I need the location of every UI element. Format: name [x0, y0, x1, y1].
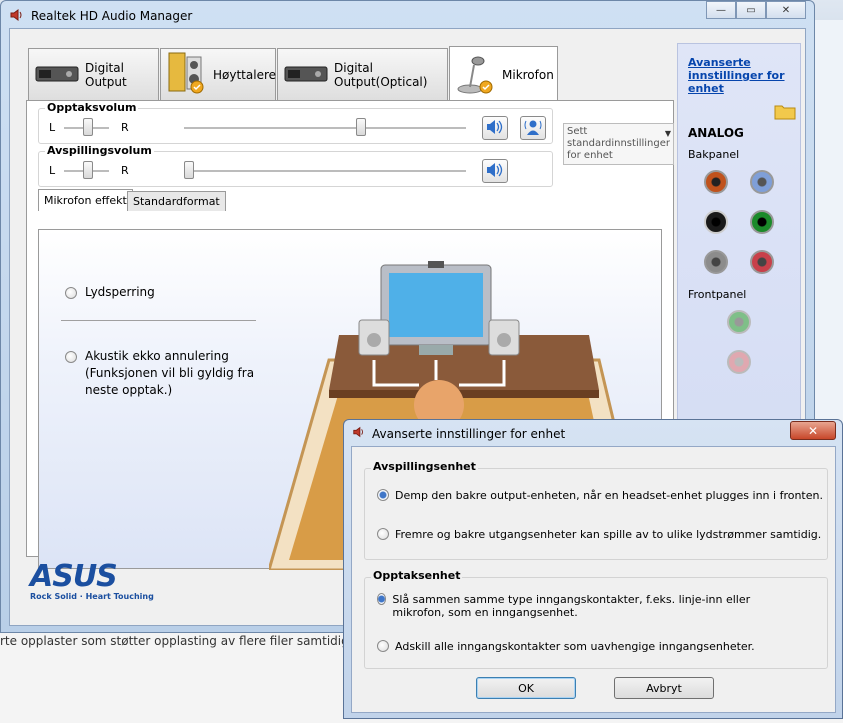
digital-output-device-icon: [35, 62, 79, 87]
dialog-title-bar: Avanserte innstillinger for enhet: [352, 425, 565, 442]
recording-balance-slider[interactable]: [83, 118, 93, 136]
recording-volume-label: Opptaksvolum: [45, 101, 139, 114]
tab-label: Høyttalere: [213, 67, 276, 82]
playback-option-radio[interactable]: [377, 489, 389, 501]
volume-track: [184, 127, 466, 130]
tab-digital-output[interactable]: Digital Output: [28, 48, 159, 100]
microphone-icon: [456, 51, 496, 98]
brand-name: ASUS: [30, 559, 118, 594]
tab-label: Standardformat: [133, 195, 220, 208]
tab-label: Digital Output(Optical): [334, 60, 428, 89]
playback-volume-group: Avspillingsvolum L R: [38, 144, 553, 187]
echo-cancellation-option[interactable]: Akustik ekko annulering (Funksjonen vil …: [65, 348, 260, 399]
playback-volume-slider[interactable]: [184, 161, 194, 179]
tab-label: Mikrofon effekt: [44, 194, 127, 207]
cancel-button[interactable]: Avbryt: [614, 677, 714, 699]
noise-suppression-option[interactable]: Lydsperring: [65, 284, 155, 301]
option-label: Akustik ekko annulering: [85, 349, 229, 363]
balance-right-label: R: [121, 164, 129, 177]
button-label: Avbryt: [646, 681, 682, 695]
option-label: Lydsperring: [85, 285, 155, 299]
balance-left-label: L: [49, 164, 56, 177]
option-label: Demp den bakre output-enheten, når en he…: [395, 489, 823, 502]
folder-icon[interactable]: [774, 102, 796, 123]
jack-front-pink[interactable]: [727, 350, 751, 374]
jack-back-black[interactable]: [704, 210, 728, 234]
recording-option-separate-inputs[interactable]: Adskill alle inngangskontakter som uavhe…: [377, 640, 755, 653]
default-device-dropdown[interactable]: Sett standardinnstillinger for enhet ▼: [563, 123, 674, 165]
playback-option-independent-streams[interactable]: Fremre og bakre utgangsenheter kan spill…: [377, 528, 821, 541]
speaker-app-icon: [352, 425, 366, 442]
option-label: Adskill alle inngangskontakter som uavhe…: [395, 640, 755, 653]
jack-back-pink[interactable]: [750, 250, 774, 274]
tab-label: Mikrofon: [502, 67, 554, 82]
playback-mute-button[interactable]: [482, 159, 508, 183]
front-panel-label: Frontpanel: [688, 288, 747, 301]
recording-volume-slider[interactable]: [356, 118, 366, 136]
speaker-volume-icon: [486, 119, 504, 138]
balance-left-label: L: [49, 121, 56, 134]
option-label: Slå sammen samme type inngangskontakter,…: [392, 593, 751, 619]
dialog-body: Avspillingsenhet Demp den bakre output-e…: [351, 446, 836, 713]
button-label: OK: [518, 681, 534, 695]
jack-back-blue[interactable]: [750, 170, 774, 194]
recording-mute-button[interactable]: [482, 116, 508, 140]
playback-balance-slider[interactable]: [83, 161, 93, 179]
playback-option-mute-rear[interactable]: Demp den bakre output-enheten, når en he…: [377, 489, 823, 502]
recording-device-group: Opptaksenhet Slå sammen samme type innga…: [364, 569, 828, 669]
playback-device-group: Avspillingsenhet Demp den bakre output-e…: [364, 460, 828, 560]
divider: [61, 320, 256, 321]
recording-group-label: Opptaksenhet: [371, 569, 463, 582]
playback-option-radio[interactable]: [377, 528, 389, 540]
volume-track: [184, 170, 466, 173]
maximize-button[interactable]: ▭: [736, 1, 766, 19]
tab-label: Digital Output: [85, 60, 127, 89]
background-status-text: rte opplaster som støtter opplasting av …: [0, 634, 353, 648]
jack-back-green[interactable]: [750, 210, 774, 234]
close-button[interactable]: ✕: [766, 1, 806, 19]
dropdown-label: Sett standardinnstillinger for enhet: [567, 126, 671, 161]
balance-right-label: R: [121, 121, 129, 134]
tab-microphone[interactable]: Mikrofon: [449, 46, 558, 102]
microphone-recording-icon: [524, 118, 542, 139]
echo-cancellation-radio[interactable]: [65, 350, 77, 363]
tab-default-format[interactable]: Standardformat: [127, 191, 226, 211]
dialog-title: Avanserte innstillinger for enhet: [372, 426, 566, 441]
speakers-icon: [167, 51, 207, 98]
recording-volume-group: Opptaksvolum L R: [38, 101, 553, 144]
close-icon: ✕: [807, 423, 819, 438]
asus-logo: ASUS Rock Solid · Heart Touching: [30, 559, 154, 602]
recording-device-button[interactable]: [520, 116, 546, 140]
dialog-close-button[interactable]: ✕: [790, 421, 836, 440]
speaker-volume-icon: [486, 162, 504, 181]
jack-back-orange[interactable]: [704, 170, 728, 194]
advanced-settings-dialog: Avanserte innstillinger for enhet ✕ Avsp…: [343, 419, 843, 719]
jack-back-gray[interactable]: [704, 250, 728, 274]
speaker-app-icon: [9, 7, 25, 26]
background-right-strip: [815, 20, 843, 440]
window-controls: — ▭ ✕: [706, 1, 806, 19]
recording-option-radio[interactable]: [377, 640, 389, 652]
brand-tagline: Rock Solid · Heart Touching: [30, 592, 154, 601]
recording-option-merge-inputs[interactable]: Slå sammen samme type inngangskontakter,…: [377, 593, 797, 619]
chevron-down-icon: ▼: [664, 129, 671, 138]
tab-microphone-effect[interactable]: Mikrofon effekt: [38, 189, 133, 211]
noise-suppression-radio[interactable]: [65, 286, 77, 299]
echo-note: (Funksjonen vil bli gyldig fra neste opp…: [85, 366, 255, 397]
optical-output-device-icon: [284, 62, 328, 87]
playback-volume-label: Avspillingsvolum: [45, 144, 154, 157]
tab-digital-output-optical[interactable]: Digital Output(Optical): [277, 48, 448, 100]
tab-speakers[interactable]: Høyttalere: [160, 48, 276, 100]
title-bar: Realtek HD Audio Manager: [9, 5, 192, 27]
ok-button[interactable]: OK: [476, 677, 576, 699]
advanced-settings-link[interactable]: Avanserte innstillinger for enhet: [688, 56, 788, 95]
option-label: Fremre og bakre utgangsenheter kan spill…: [395, 528, 822, 541]
minimize-button[interactable]: —: [706, 1, 736, 19]
analog-label: ANALOG: [688, 126, 744, 140]
recording-option-radio[interactable]: [377, 593, 387, 605]
back-panel-label: Bakpanel: [688, 148, 740, 161]
jack-front-green[interactable]: [727, 310, 751, 334]
playback-group-label: Avspillingsenhet: [371, 460, 478, 473]
window-title: Realtek HD Audio Manager: [31, 9, 193, 23]
